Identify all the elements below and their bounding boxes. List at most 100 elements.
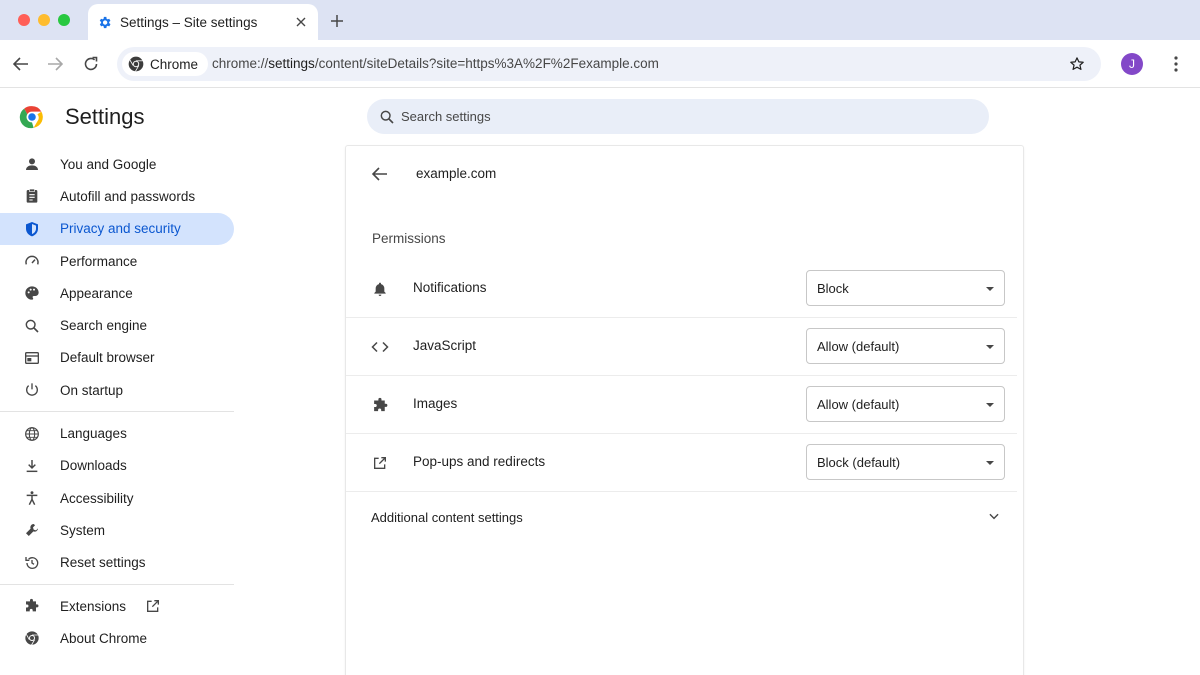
row-divider [346,491,1017,492]
plus-icon [331,15,343,27]
permission-row-notifications: Notifications Block [346,260,1017,318]
permission-label: Notifications [413,280,487,295]
chrome-logo-icon [19,104,45,130]
code-icon [370,337,390,357]
browser-icon [23,349,41,367]
maximize-window-button[interactable] [58,14,70,26]
tab-settings[interactable]: Settings – Site settings [88,4,318,40]
close-window-button[interactable] [18,14,30,26]
back-to-site-settings-button[interactable] [370,164,390,184]
kebab-menu-icon [1174,56,1178,72]
back-button[interactable] [9,52,33,76]
additional-content-settings-label: Additional content settings [371,510,523,525]
permission-label: Images [413,396,458,411]
sidebar-item-label: Reset settings [60,555,146,571]
open-in-new-icon [370,453,390,473]
sidebar-item-label: About Chrome [60,630,148,646]
profile-avatar[interactable]: J [1121,53,1143,75]
puzzle-icon [370,395,390,415]
sidebar-item-label: Default browser [60,350,155,366]
chevron-down-icon [985,507,1003,525]
sidebar-divider [0,583,234,585]
tab-title: Settings – Site settings [120,14,258,30]
sidebar-divider [0,411,234,413]
accessibility-icon [23,489,41,507]
sidebar-item-about-chrome[interactable]: About Chrome [0,622,236,654]
caret-down-icon [986,461,994,465]
search-icon [380,110,394,124]
settings-sidebar: You and Google Autofill and passwords Pr… [0,148,236,654]
permission-row-javascript: JavaScript Allow (default) [346,318,1017,376]
permission-label: Pop-ups and redirects [413,454,546,469]
arrow-right-icon [48,57,63,71]
url-scheme: chrome:// [212,56,269,71]
reload-button[interactable] [79,52,103,76]
select-value: Allow (default) [817,339,900,354]
tab-strip: Settings – Site settings [0,0,1200,40]
sidebar-item-you-and-google[interactable]: You and Google [0,148,236,180]
sidebar-item-downloads[interactable]: Downloads [0,450,236,482]
bell-icon [370,279,390,299]
site-info-chip[interactable]: Chrome [122,52,209,76]
shield-icon [23,220,41,238]
sidebar-item-label: On startup [60,382,124,398]
forward-button[interactable] [43,52,67,76]
images-select[interactable]: Allow (default) [806,386,1005,422]
notifications-select[interactable]: Block [806,270,1005,306]
search-input[interactable] [401,109,961,124]
permission-row-images: Images Allow (default) [346,376,1017,434]
sidebar-item-performance[interactable]: Performance [0,245,236,277]
site-details-card: example.com Permissions Notifications Bl… [346,146,1023,675]
chrome-icon [128,56,144,72]
toolbar: Chrome chrome://settings/content/siteDet… [0,40,1200,88]
sidebar-item-extensions[interactable]: Extensions [0,590,236,622]
sidebar-item-label: Performance [60,253,138,269]
sidebar-item-label: Privacy and security [60,221,181,237]
bookmark-button[interactable] [1067,54,1087,74]
sidebar-item-label: Extensions [60,598,127,614]
address-bar[interactable]: Chrome chrome://settings/content/siteDet… [117,47,1101,81]
minimize-window-button[interactable] [38,14,50,26]
sidebar-item-autofill[interactable]: Autofill and passwords [0,180,236,212]
select-value: Allow (default) [817,397,900,412]
select-value: Block (default) [817,455,901,470]
arrow-left-icon [13,57,28,71]
sidebar-item-languages[interactable]: Languages [0,417,236,449]
caret-down-icon [986,287,994,291]
globe-icon [23,425,41,443]
permission-label: JavaScript [413,338,477,353]
popups-select[interactable]: Block (default) [806,444,1005,480]
permission-row-popups: Pop-ups and redirects Block (default) [346,434,1017,492]
chrome-icon [23,629,41,647]
sidebar-item-appearance[interactable]: Appearance [0,277,236,309]
puzzle-icon [23,597,41,615]
permissions-heading: Permissions [372,231,446,246]
power-icon [23,381,41,399]
menu-button[interactable] [1166,52,1186,76]
sidebar-item-system[interactable]: System [0,514,236,546]
additional-content-settings-toggle[interactable]: Additional content settings [346,498,1017,534]
person-icon [23,155,41,173]
sidebar-item-label: Autofill and passwords [60,188,196,204]
sidebar-item-accessibility[interactable]: Accessibility [0,482,236,514]
chip-label: Chrome [150,56,199,72]
sidebar-item-default-browser[interactable]: Default browser [0,342,236,374]
history-icon [23,554,41,572]
sidebar-item-privacy[interactable]: Privacy and security [0,212,234,245]
close-tab-button[interactable] [292,13,310,31]
url-text[interactable]: chrome://settings/content/siteDetails?si… [212,56,659,71]
sidebar-item-reset-settings[interactable]: Reset settings [0,547,236,579]
url-path: /content/siteDetails?site=https%3A%2F%2F… [314,56,659,71]
wrench-icon [23,521,41,539]
reload-icon [84,56,98,71]
clipboard-icon [23,187,41,205]
javascript-select[interactable]: Allow (default) [806,328,1005,364]
new-tab-button[interactable] [327,11,347,31]
sidebar-item-label: Languages [60,426,127,442]
sidebar-item-search-engine[interactable]: Search engine [0,309,236,341]
open-in-new-icon [144,597,162,615]
sidebar-item-on-startup[interactable]: On startup [0,374,236,406]
sidebar-item-label: Appearance [60,285,133,301]
sidebar-item-label: System [60,522,106,538]
search-settings-box[interactable] [367,99,989,134]
